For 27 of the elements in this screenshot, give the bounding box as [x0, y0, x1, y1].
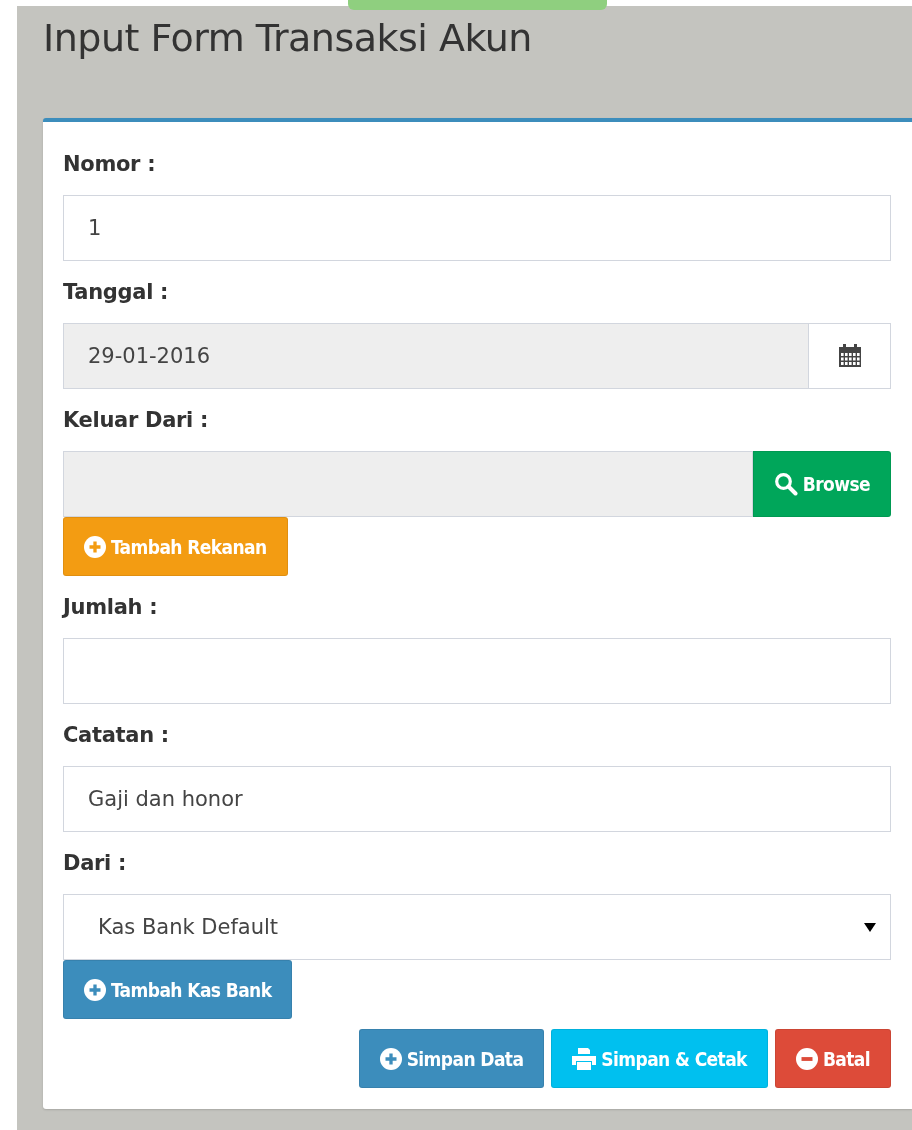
printer-icon — [572, 1047, 597, 1070]
minus-circle-icon — [795, 1047, 818, 1070]
add-button[interactable]: Tambah Kas Bank — [63, 960, 293, 1019]
plus-circle-icon — [84, 978, 106, 1001]
save-print-button[interactable]: Simpan & Cetak — [551, 1029, 768, 1088]
calendar-icon — [837, 344, 862, 368]
page-title: Input Form Transaksi Akun — [43, 16, 532, 60]
field-label: Jumlah : — [63, 595, 158, 619]
caret-icon — [864, 922, 876, 932]
plus-circle-icon — [84, 535, 106, 558]
cancel-button[interactable]: Batal — [774, 1029, 891, 1088]
field-label: Tanggal : — [63, 280, 169, 304]
search-icon — [773, 472, 798, 496]
field-label: Dari : — [63, 851, 127, 875]
field-label: Nomor : — [63, 152, 156, 176]
add-button[interactable]: Tambah Rekanan — [63, 517, 288, 576]
input-field[interactable]: 29-01-2016 — [63, 323, 809, 389]
input-field[interactable]: 1 — [63, 195, 891, 261]
input-field[interactable] — [63, 451, 753, 517]
save-button[interactable]: Simpan Data — [358, 1029, 545, 1088]
browse-button[interactable]: Browse — [752, 451, 891, 517]
input-field[interactable]: Gaji dan honor — [63, 766, 891, 832]
field-label: Keluar Dari : — [63, 408, 209, 432]
field-label: Catatan : — [63, 723, 169, 747]
plus-circle-icon — [379, 1047, 402, 1070]
input-field[interactable] — [63, 638, 891, 704]
select-field[interactable]: Kas Bank Default — [63, 894, 891, 960]
